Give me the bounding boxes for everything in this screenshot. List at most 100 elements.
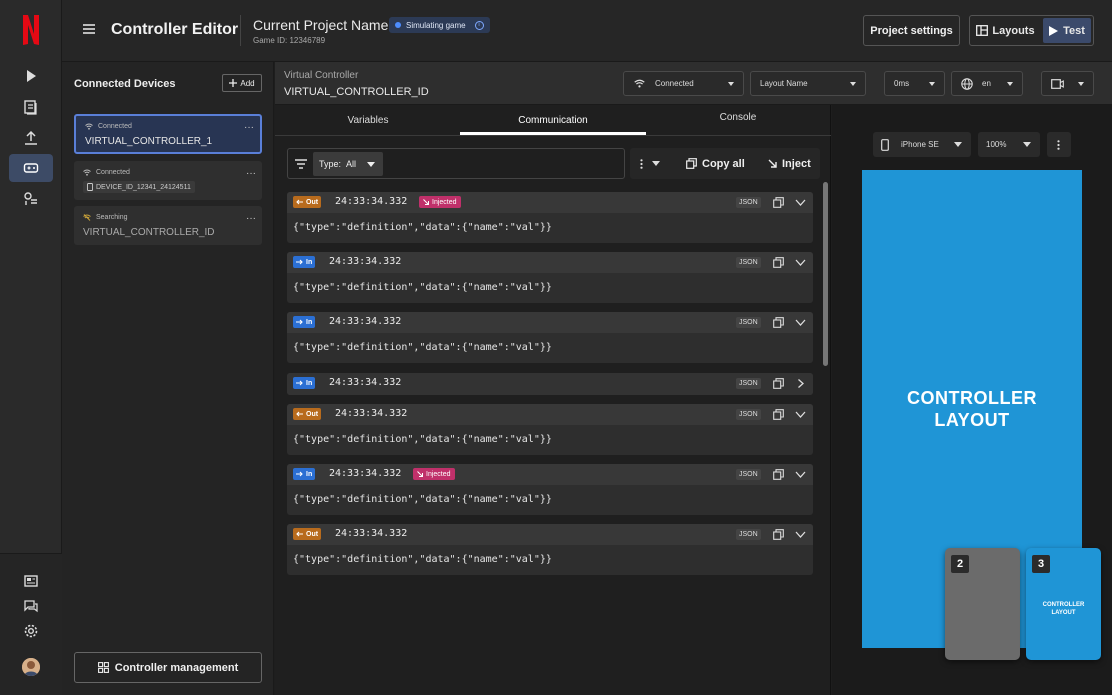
copy-icon[interactable] [773, 529, 784, 540]
layout-thumbnail-2[interactable]: 2 [945, 548, 1020, 660]
status-dot-icon [395, 22, 401, 28]
news-nav-button[interactable] [9, 567, 53, 595]
menu-icon[interactable] [82, 22, 96, 36]
arrow-right-icon [296, 471, 303, 477]
direction-badge: Out [293, 408, 322, 420]
add-device-button[interactable]: Add [222, 74, 262, 92]
library-nav-button[interactable] [9, 93, 53, 121]
controller-management-button[interactable]: Controller management [74, 652, 262, 683]
chevron-down-icon [1078, 82, 1084, 86]
project-settings-button[interactable]: Project settings [863, 15, 960, 46]
message-row[interactable]: In 24:33:34.332 JSON {"type":"definition… [287, 312, 813, 363]
device-model-select[interactable]: iPhone SE [873, 132, 971, 157]
latency-select[interactable]: 0ms [884, 71, 945, 96]
injected-badge: Injected [413, 468, 455, 480]
info-icon[interactable]: i [474, 20, 484, 30]
message-row[interactable]: In 24:33:34.332 JSON [287, 373, 813, 395]
inject-button[interactable]: Inject [768, 148, 811, 179]
filter-icon[interactable] [294, 158, 308, 170]
preview-more-button[interactable] [1047, 132, 1071, 157]
filter-box: Type: All [287, 148, 625, 179]
vc-id: VIRTUAL_CONTROLLER_ID [284, 86, 429, 98]
play-nav-button[interactable] [9, 62, 53, 90]
feedback-nav-button[interactable] [9, 592, 53, 620]
language-select[interactable]: en [951, 71, 1023, 96]
settings-nav-button[interactable] [9, 617, 53, 645]
message-header: Out 24:33:34.332 JSON [287, 404, 813, 425]
test-button[interactable]: Test [1043, 18, 1091, 43]
upload-nav-button[interactable] [9, 124, 53, 152]
controller-nav-button[interactable] [9, 154, 53, 182]
communication-panel: Variables Communication Console Type: Al… [275, 105, 831, 695]
chevron-down-icon[interactable] [795, 198, 806, 207]
message-row[interactable]: Out 24:33:34.332 Injected JSON {"type":"… [287, 192, 813, 243]
latency-value: 0ms [894, 79, 910, 88]
message-row[interactable]: In 24:33:34.332 Injected JSON {"type":"d… [287, 464, 813, 515]
avatar[interactable] [22, 658, 40, 676]
message-payload: {"type":"definition","data":{"name":"val… [293, 494, 552, 505]
chevron-right-icon[interactable] [795, 379, 806, 388]
layouts-button[interactable]: Layouts [970, 16, 1041, 45]
message-row[interactable]: Out 24:33:34.332 JSON {"type":"definitio… [287, 404, 813, 455]
type-filter-label: Type: [319, 159, 342, 169]
upload-icon [25, 130, 37, 145]
more-icon[interactable]: ··· [246, 168, 256, 179]
zoom-select[interactable]: 100% [978, 132, 1040, 157]
kebab-icon [640, 158, 643, 169]
type-filter-select[interactable]: Type: All [313, 152, 383, 176]
add-label: Add [240, 78, 255, 88]
message-row[interactable]: In 24:33:34.332 JSON {"type":"definition… [287, 252, 813, 303]
more-icon[interactable]: ··· [246, 213, 256, 224]
scrollbar[interactable] [823, 182, 828, 366]
more-options-button[interactable] [640, 148, 660, 179]
thumbnail-number: 2 [951, 555, 969, 573]
device-card-2[interactable]: Connected DEVICE_ID_12341_24124511 ··· [74, 161, 262, 200]
copy-all-button[interactable]: Copy all [686, 148, 745, 179]
device-card-3[interactable]: Searching VIRTUAL_CONTROLLER_ID ··· [74, 206, 262, 245]
view-mode-select[interactable] [1041, 71, 1094, 96]
more-icon[interactable]: ··· [244, 122, 254, 133]
chevron-down-icon [954, 142, 962, 147]
device-card-1[interactable]: Connected VIRTUAL_CONTROLLER_1 ··· [74, 114, 262, 154]
message-payload: {"type":"definition","data":{"name":"val… [293, 554, 552, 565]
newspaper-icon [24, 575, 38, 587]
timestamp: 24:33:34.332 [335, 528, 408, 539]
tab-console[interactable]: Console [645, 102, 831, 133]
copy-icon[interactable] [773, 469, 784, 480]
message-row[interactable]: Out 24:33:34.332 JSON {"type":"definitio… [287, 524, 813, 575]
inject-arrow-icon [417, 471, 423, 477]
direction-badge: In [293, 377, 316, 389]
direction-label: In [306, 470, 313, 478]
copy-icon[interactable] [773, 197, 784, 208]
chevron-down-icon[interactable] [795, 258, 806, 267]
chevron-down-icon[interactable] [795, 318, 806, 327]
tab-variables[interactable]: Variables [275, 105, 461, 136]
connected-devices-panel: Connected Devices Add Connected VIRTUAL_… [62, 62, 274, 695]
chevron-down-icon[interactable] [795, 410, 806, 419]
top-header: Controller Editor Current Project Name G… [62, 0, 1112, 62]
chevron-down-icon[interactable] [795, 530, 806, 539]
device-status-label: Connected [98, 123, 132, 130]
copy-icon[interactable] [773, 378, 784, 389]
timestamp: 24:33:34.332 [335, 196, 408, 207]
layout-value: Layout Name [760, 79, 808, 88]
timestamp: 24:33:34.332 [329, 256, 402, 267]
arrow-right-icon [296, 380, 303, 386]
layout-thumbnail-3[interactable]: 3 CONTROLLER LAYOUT [1026, 548, 1101, 660]
wifi-icon [83, 169, 91, 176]
copy-icon[interactable] [773, 409, 784, 420]
connection-select[interactable]: Connected [623, 71, 744, 96]
tools-nav-button[interactable] [9, 185, 53, 213]
copy-icon[interactable] [773, 317, 784, 328]
direction-label: In [306, 318, 313, 326]
layout-select[interactable]: Layout Name [750, 71, 866, 96]
chevron-down-icon[interactable] [795, 470, 806, 479]
message-payload: {"type":"definition","data":{"name":"val… [293, 282, 552, 293]
devices-title: Connected Devices [74, 78, 176, 90]
arrow-right-icon [296, 259, 303, 265]
app-title: Controller Editor [111, 21, 239, 38]
copy-icon[interactable] [773, 257, 784, 268]
wifi-off-icon [83, 214, 91, 221]
device-name: VIRTUAL_CONTROLLER_1 [85, 136, 213, 147]
copy-icon [686, 158, 697, 169]
